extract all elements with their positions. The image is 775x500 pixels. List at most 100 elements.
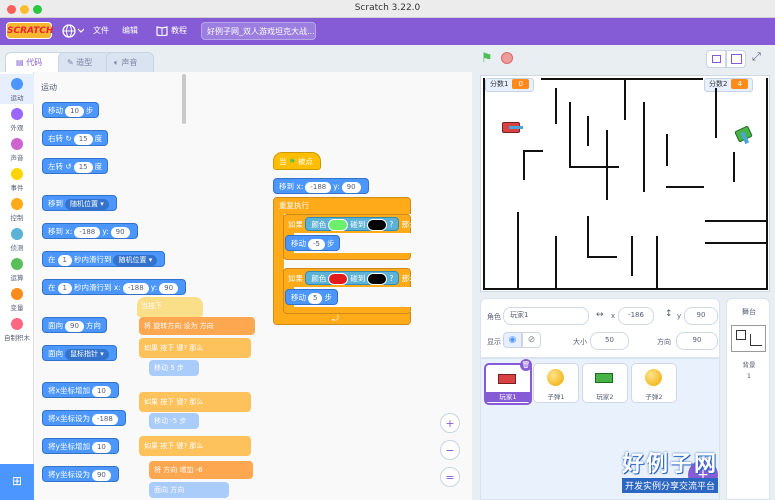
change-y-block[interactable]: 将y坐标增加 10 <box>42 438 119 454</box>
x-input[interactable]: -188 <box>122 282 149 294</box>
glide-xy-block[interactable]: 在 1 秒内滑行到 x: -188 y: 90 <box>42 279 187 295</box>
tab-sounds[interactable]: 🔈︎ 声音 <box>106 52 154 72</box>
category-operators[interactable]: 运算 <box>0 254 34 284</box>
glide-target-dropdown[interactable]: 随机位置 ▾ <box>113 254 158 266</box>
scratch-logo[interactable]: SCRATCH <box>6 22 53 39</box>
green-tank-sprite[interactable] <box>734 125 753 145</box>
red-tank-sprite[interactable] <box>502 122 523 133</box>
glide-target-block[interactable]: 在 1 秒内滑行到 随机位置 ▾ <box>42 251 166 267</box>
value-input[interactable]: 10 <box>91 385 111 397</box>
seconds-input[interactable]: 1 <box>57 282 72 294</box>
palette-scrollbar[interactable] <box>182 74 186 124</box>
sprite-thumb-bullet1[interactable]: 子弹1 <box>533 363 579 403</box>
add-extension-button[interactable]: ⊞ <box>0 464 34 500</box>
speaker-icon: 🔈︎ <box>114 58 119 67</box>
ghost-move-block: 移动 -5 步 <box>149 413 199 429</box>
zoom-in-button[interactable]: + <box>440 413 460 433</box>
language-menu[interactable] <box>62 24 85 40</box>
category-sensing[interactable]: 侦测 <box>0 224 34 254</box>
steps-input[interactable]: 10 <box>65 105 84 117</box>
change-x-block[interactable]: 将x坐标增加 10 <box>42 382 119 398</box>
size-label: 大小 <box>573 338 587 346</box>
sprite-thumb-bullet2[interactable]: 子弹2 <box>631 363 677 403</box>
maze-wall <box>666 134 668 166</box>
tutorials-menu[interactable]: 教程 <box>171 25 187 36</box>
turn-left-block[interactable]: 左转 ↺ 15 度 <box>42 158 109 174</box>
steps-input[interactable]: 5 <box>308 292 323 304</box>
large-stage-button[interactable] <box>726 50 746 68</box>
direction-input[interactable]: 90 <box>676 332 718 350</box>
sprite-thumb-player2[interactable]: 玩家2 <box>582 363 628 403</box>
show-label: 显示 <box>487 338 501 346</box>
set-y-block[interactable]: 将y坐标设为 90 <box>42 466 119 482</box>
color-swatch-input[interactable] <box>367 273 388 285</box>
x-input[interactable]: -188 <box>74 226 101 238</box>
code-workspace[interactable]: 当 ⚑ 被点击 移到 x:-188y:90 重复执行 ⤾ 如果 颜色碰到? 那么… <box>137 72 472 500</box>
goto-target-dropdown[interactable]: 随机位置 ▾ <box>65 198 109 210</box>
steps-input[interactable]: -5 <box>308 238 325 250</box>
green-flag-button[interactable]: ⚑ <box>481 51 493 66</box>
color-swatch-input[interactable] <box>328 273 349 285</box>
color-swatch-input[interactable] <box>367 219 388 231</box>
fullscreen-button[interactable]: ⤢ <box>752 50 770 68</box>
maze-wall <box>705 220 766 222</box>
x-input[interactable]: -188 <box>305 181 332 193</box>
block-text: 将y坐标设为 <box>48 470 90 479</box>
move-steps-block[interactable]: 移动 10 步 <box>42 102 100 118</box>
category-variables[interactable]: 变量 <box>0 284 34 314</box>
sprite-name-input[interactable]: 玩家1 <box>503 307 589 325</box>
y-input[interactable]: 90 <box>159 282 179 294</box>
stage-canvas[interactable]: 分数1 0 分数2 4 <box>480 75 770 292</box>
ghost-point-direction-block: 面向 方向 <box>149 482 229 498</box>
small-stage-button[interactable] <box>706 50 726 68</box>
goto-xy-block[interactable]: 移到 x: -188 y: 90 <box>42 223 138 239</box>
move-5-block[interactable]: 移动 5 步 <box>285 289 338 305</box>
x-position-input[interactable]: -186 <box>618 307 654 325</box>
point-direction-block[interactable]: 面向 90 方向 <box>42 317 107 333</box>
script-goto-xy-block[interactable]: 移到 x: -188 y: 90 <box>273 178 369 194</box>
size-input[interactable]: 50 <box>590 332 629 350</box>
monitor-label: 分数2 <box>709 80 728 88</box>
set-x-block[interactable]: 将x坐标设为 -188 <box>42 410 126 426</box>
file-menu[interactable]: 文件 <box>93 25 109 36</box>
turn-right-block[interactable]: 右转 ↻ 15 度 <box>42 130 109 146</box>
goto-target-block[interactable]: 移到 随机位置 ▾ <box>42 195 117 211</box>
category-motion[interactable]: 运动 <box>0 74 34 104</box>
seconds-input[interactable]: 1 <box>57 254 72 266</box>
category-looks[interactable]: 外观 <box>0 104 34 134</box>
when-flag-clicked-block[interactable]: 当 ⚑ 被点击 <box>273 152 321 184</box>
category-dot-icon <box>11 198 23 210</box>
project-title-input[interactable]: 好例子网_双人游戏坦克大战... <box>201 22 316 40</box>
degrees-input[interactable]: 15 <box>73 133 93 145</box>
color-swatch-input[interactable] <box>328 219 349 231</box>
move-minus5-block[interactable]: 移动 -5 步 <box>285 235 341 251</box>
category-events[interactable]: 事件 <box>0 164 34 194</box>
category-sound[interactable]: 声音 <box>0 134 34 164</box>
value-input[interactable]: 90 <box>91 469 111 481</box>
tutorials-icon[interactable] <box>156 25 168 38</box>
delete-sprite-button[interactable]: 🗑︎ <box>520 359 532 371</box>
point-towards-block[interactable]: 面向 鼠标指针 ▾ <box>42 345 117 361</box>
y-input[interactable]: 90 <box>341 181 361 193</box>
category-label: 外观 <box>10 124 24 132</box>
category-my-blocks[interactable]: 自制积木 <box>0 314 34 344</box>
sprite-thumb-player1[interactable]: 玩家1 🗑︎ <box>484 359 532 405</box>
color-touching-color-block[interactable]: 颜色 碰到? <box>305 271 400 285</box>
y-input[interactable]: 90 <box>110 226 130 238</box>
category-control[interactable]: 控制 <box>0 194 34 224</box>
maze-wall <box>656 236 658 288</box>
hide-sprite-button[interactable]: ⊘ <box>522 332 541 348</box>
color-touching-color-block[interactable]: 颜色 碰到? <box>305 217 400 231</box>
edit-menu[interactable]: 编辑 <box>122 25 138 36</box>
direction-input[interactable]: 90 <box>65 320 84 332</box>
show-sprite-button[interactable]: ◉ <box>503 332 522 348</box>
stop-button[interactable] <box>501 52 513 64</box>
point-towards-dropdown[interactable]: 鼠标指针 ▾ <box>65 348 109 360</box>
zoom-out-button[interactable]: − <box>440 440 460 460</box>
value-input[interactable]: 10 <box>91 441 111 453</box>
block-text: 步 <box>324 293 332 302</box>
zoom-reset-button[interactable]: = <box>440 467 460 487</box>
value-input[interactable]: -188 <box>91 413 118 425</box>
degrees-input[interactable]: 15 <box>73 161 93 173</box>
y-position-input[interactable]: 90 <box>684 307 718 325</box>
